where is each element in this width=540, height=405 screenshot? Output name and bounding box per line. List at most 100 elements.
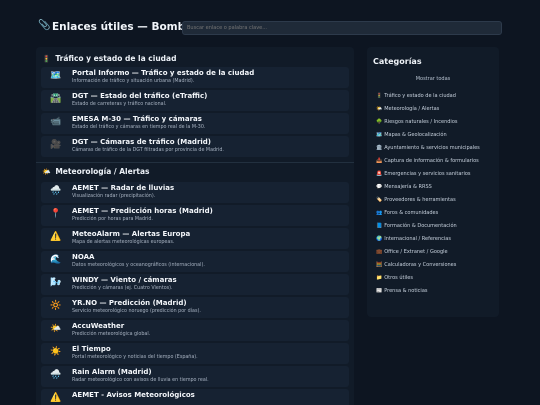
category-label: Mapas & Geolocalización: [384, 132, 447, 138]
link-card[interactable]: 🌬️ WINDY — Viento / cámaras Predicción y…: [41, 274, 349, 295]
siren-icon: 🚨: [376, 171, 383, 177]
folder-icon: 📁: [376, 275, 383, 281]
sun-icon: ☀️: [50, 347, 62, 357]
link-title[interactable]: NOAA: [72, 253, 94, 261]
map-icon: 🗺️: [376, 132, 383, 138]
search-input[interactable]: [182, 21, 502, 35]
link-card[interactable]: 📍 AEMET — Predicción horas (Madrid) Pred…: [41, 205, 349, 226]
globe-icon: 🌍: [376, 236, 383, 242]
categories-sidebar: Categorías Mostrar todas 🚦 Tráfico y esta…: [367, 47, 499, 317]
link-title[interactable]: MeteoAlarm — Alertas Europa: [72, 230, 190, 238]
link-description: Predicción meteorológica global.: [72, 332, 151, 337]
link-title[interactable]: WINDY — Viento / cámaras: [72, 276, 177, 284]
link-title[interactable]: EMESA M-30 — Tráfico y cámaras: [72, 115, 202, 123]
rain-cloud-icon: 🌧️: [50, 186, 62, 196]
link-card[interactable]: 🛣️ DGT — Estado del tráfico (eTraffic) E…: [41, 90, 349, 111]
briefcase-icon: 💼: [376, 249, 383, 255]
weather-icon: 🌤️: [42, 168, 51, 176]
link-title[interactable]: Rain Alarm (Madrid): [72, 368, 152, 376]
page-header: 📎 Enlaces útiles — Bomberos: [0, 0, 540, 40]
link-description: Mapa de alertas meteorológicas europeas.: [72, 240, 175, 245]
category-label: Calculadoras y Conversiones: [384, 262, 457, 268]
link-card[interactable]: 🗺️ Portal Informo — Tráfico y estado de …: [41, 67, 349, 88]
sun-icon: 🔆: [50, 301, 62, 311]
category-label: Riesgos naturales / Incendios: [384, 119, 458, 125]
category-label: Ayuntamiento & servicios municipales: [384, 145, 480, 151]
link-description: Predicción y cámaras (ej. Cuatro Vientos…: [72, 286, 173, 291]
pin-icon: 📍: [50, 209, 62, 219]
section-header-meteorologia: 🌤️ Meteorología / Alertas: [42, 167, 150, 176]
link-card[interactable]: ⚠️ AEMET - Avisos Meteorológicos: [41, 389, 349, 405]
link-card[interactable]: 🔆 YR.NO — Predicción (Madrid) Servicio m…: [41, 297, 349, 318]
category-label: Meteorología / Alertas: [384, 106, 440, 112]
link-title[interactable]: Portal Informo — Tráfico y estado de la …: [72, 69, 254, 77]
category-item[interactable]: 🌤️ Meteorología / Alertas: [376, 106, 439, 112]
category-label: Otros útiles: [384, 275, 413, 281]
link-title[interactable]: YR.NO — Predicción (Madrid): [72, 299, 187, 307]
category-item[interactable]: 🗺️ Mapas & Geolocalización: [376, 132, 447, 138]
link-description: Servicio meteorológico noruego (predicci…: [72, 309, 201, 314]
category-item[interactable]: 🚨 Emergencias y servicios sanitarios: [376, 171, 471, 177]
link-title[interactable]: AEMET — Predicción horas (Madrid): [72, 207, 213, 215]
link-description: Información de tráfico y situación urban…: [72, 79, 195, 84]
warning-icon: ⚠️: [50, 393, 62, 403]
category-item[interactable]: 💬 Mensajería & RRSS: [376, 184, 432, 190]
link-title[interactable]: AEMET - Avisos Meteorológicos: [72, 391, 195, 399]
link-card[interactable]: 📹 EMESA M-30 — Tráfico y cámaras Estado …: [41, 113, 349, 134]
link-card[interactable]: 🎥 DGT — Cámaras de tráfico (Madrid) Cáma…: [41, 136, 349, 157]
link-card[interactable]: ⚠️ MeteoAlarm — Alertas Europa Mapa de a…: [41, 228, 349, 249]
category-item[interactable]: 🌍 Internacional / Referencias: [376, 236, 451, 242]
category-label: Internacional / Referencias: [384, 236, 451, 242]
calculator-icon: 🧮: [376, 262, 383, 268]
category-item[interactable]: 🏷️ Proveedores & herramientas: [376, 197, 456, 203]
inbox-icon: 📥: [376, 158, 383, 164]
link-title[interactable]: El Tiempo: [72, 345, 111, 353]
link-title[interactable]: DGT — Estado del tráfico (eTraffic): [72, 92, 207, 100]
category-item[interactable]: 📥 Captura de información & formularios: [376, 158, 479, 164]
link-card[interactable]: 🌊 NOAA Datos meteorológicos y oceanográf…: [41, 251, 349, 272]
link-description: Cámaras de tráfico de la DGT filtradas p…: [72, 148, 224, 153]
traffic-light-icon: 🚦: [42, 55, 51, 63]
link-title[interactable]: AccuWeather: [72, 322, 124, 330]
category-item[interactable]: 🧮 Calculadoras y Conversiones: [376, 262, 456, 268]
category-item[interactable]: 💼 Office / Extranet / Google: [376, 249, 448, 255]
link-card[interactable]: 🌧️ AEMET — Radar de lluvias Visualizació…: [41, 182, 349, 203]
link-card[interactable]: 🌧️ Rain Alarm (Madrid) Radar meteorológi…: [41, 366, 349, 387]
category-label: Office / Extranet / Google: [384, 249, 448, 255]
section-title: Meteorología / Alertas: [55, 167, 150, 176]
book-icon: 📘: [376, 223, 383, 229]
category-item[interactable]: 👥 Foros & comunidades: [376, 210, 438, 216]
category-label: Tráfico y estado de la ciudad: [384, 93, 456, 99]
link-card[interactable]: 🌤️ AccuWeather Predicción meteorológica …: [41, 320, 349, 341]
people-icon: 👥: [376, 210, 383, 216]
tree-icon: 🌳: [376, 119, 383, 125]
link-description: Estado de carreteras y tráfico nacional.: [72, 102, 167, 107]
link-description: Predicción por horas para Madrid.: [72, 217, 153, 222]
section-header-trafico: 🚦 Tráfico y estado de la ciudad: [42, 54, 176, 63]
category-item[interactable]: 📁 Otros útiles: [376, 275, 413, 281]
video-camera-icon: 📹: [50, 117, 62, 127]
show-all-button[interactable]: Mostrar todas: [367, 76, 499, 82]
category-item[interactable]: 📘 Formación & Documentación: [376, 223, 457, 229]
category-label: Formación & Documentación: [384, 223, 457, 229]
motorway-icon: 🛣️: [50, 94, 62, 104]
category-label: Captura de información & formularios: [384, 158, 479, 164]
category-label: Emergencias y servicios sanitarios: [384, 171, 471, 177]
traffic-light-icon: 🚦: [376, 93, 383, 99]
link-title[interactable]: AEMET — Radar de lluvias: [72, 184, 174, 192]
camera-icon: 🎥: [50, 140, 62, 150]
wind-icon: 🌬️: [50, 278, 62, 288]
link-title[interactable]: DGT — Cámaras de tráfico (Madrid): [72, 138, 211, 146]
category-item[interactable]: 📰 Prensa & noticias: [376, 288, 427, 294]
map-icon: 🗺️: [50, 71, 62, 81]
category-item[interactable]: 🏛️ Ayuntamiento & servicios municipales: [376, 145, 480, 151]
link-card[interactable]: ☀️ El Tiempo Portal meteorológico y noti…: [41, 343, 349, 364]
link-description: Visualización radar (precipitación).: [72, 194, 156, 199]
category-item[interactable]: 🌳 Riesgos naturales / Incendios: [376, 119, 458, 125]
category-label: Prensa & noticias: [384, 288, 428, 294]
category-label: Proveedores & herramientas: [384, 197, 456, 203]
links-panel: 🚦 Tráfico y estado de la ciudad 🗺️ Porta…: [36, 47, 354, 405]
newspaper-icon: 📰: [376, 288, 383, 294]
category-item[interactable]: 🚦 Tráfico y estado de la ciudad: [376, 93, 456, 99]
paperclip-icon: 📎: [38, 20, 51, 31]
